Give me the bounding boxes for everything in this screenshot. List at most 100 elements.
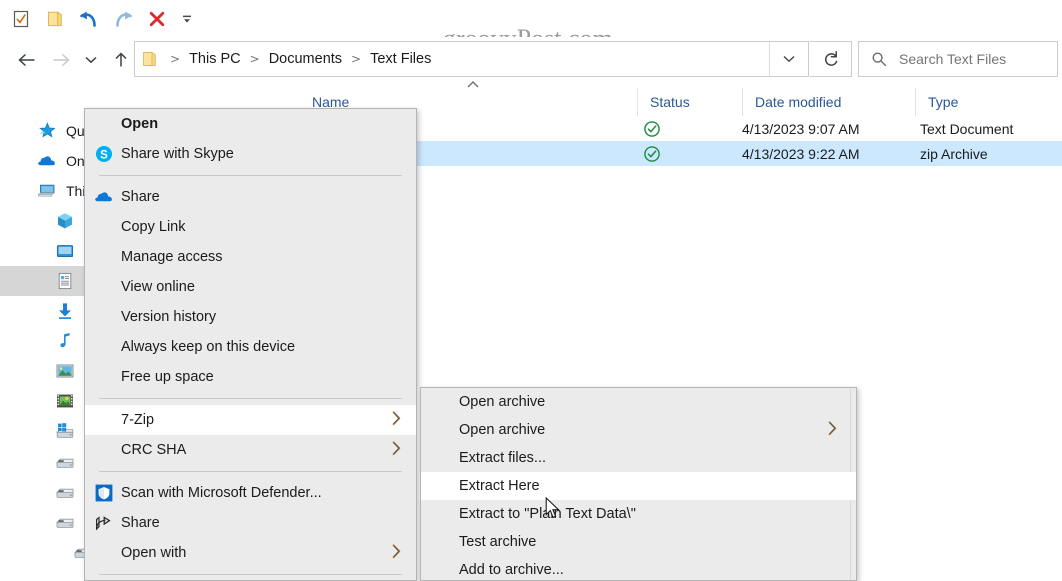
menu-item-label: Test archive [459,534,537,550]
back-button[interactable] [10,44,44,76]
menu-separator [99,471,402,472]
file-explorer-window: groovyPost.com [0,0,1062,581]
menu-item-open[interactable]: Open [85,109,416,139]
redo-icon[interactable] [108,4,138,34]
column-header-date-modified[interactable]: Date modified [742,88,915,116]
menu-item-view-online[interactable]: View online [85,272,416,302]
chevron-right-icon [827,420,838,441]
column-header-status[interactable]: Status [637,88,742,116]
menu-item-label: 7-Zip [121,412,155,428]
new-folder-icon[interactable] [40,4,70,34]
menu-item-label: Add to archive... [459,562,564,578]
menu-item-test-archive[interactable]: Test archive [421,528,856,556]
menu-item-label: Extract to "Plain Text Data\" [459,506,636,522]
file-type-cell: zip Archive [920,145,988,162]
menu-item-manage-access[interactable]: Manage access [85,242,416,272]
file-date-modified-cell: 4/13/2023 9:07 AM [742,120,860,137]
menu-item-label: Manage access [121,249,223,265]
menu-item-label: Free up space [121,369,214,385]
menu-item-label: Open with [121,545,187,561]
3d-objects-cube-icon [54,210,76,232]
menu-item-label: CRC SHA [121,442,187,458]
search-input[interactable] [897,50,1051,68]
refresh-button[interactable] [810,41,852,77]
column-header-type-label: Type [928,94,959,110]
menu-item-open-with[interactable]: Open with [85,538,416,568]
menu-item-free-up-space[interactable]: Free up space [85,362,416,392]
quick-access-star-icon [36,120,58,142]
music-note-icon [54,330,76,352]
breadcrumb-item-documents[interactable]: Documents [267,49,344,69]
menu-item-label: Extract files... [459,450,547,466]
menu-item-label: Extract Here [459,478,540,494]
menu-item-extract-here[interactable]: Extract Here [421,472,856,500]
this-pc-monitor-icon [36,180,58,202]
menu-separator [99,574,402,575]
menu-item-label: Copy Link [121,219,186,235]
menu-item-share[interactable]: Share [85,508,416,538]
breadcrumb: > This PC > Documents > Text Files [135,49,769,69]
breadcrumb-item-this-pc[interactable]: This PC [187,49,243,69]
menu-item-crc-sha[interactable]: CRC SHA [85,435,416,465]
menu-item-label: Share with Skype [121,146,234,162]
onedrive-cloud-icon [36,150,58,172]
desktop-icon [54,240,76,262]
column-header-type[interactable]: Type [915,88,1062,116]
breadcrumb-separator-1: > [249,52,260,66]
address-dropdown-button[interactable] [769,42,808,76]
file-date-modified-cell: 4/13/2023 9:22 AM [742,145,860,162]
file-type-cell: Text Document [920,120,1014,137]
forward-button[interactable] [44,44,78,76]
menu-item-add-to-archive[interactable]: Add to archive... [421,556,856,580]
menu-item-share-with-skype[interactable]: S Share with Skype [85,139,416,169]
menu-separator [99,398,402,399]
menu-item-label: Open archive [459,422,546,438]
menu-item-version-history[interactable]: Version history [85,302,416,332]
chevron-right-icon [391,440,402,461]
menu-item-extract-to-plain-text-data[interactable]: Extract to "Plain Text Data\" [421,500,856,528]
quick-access-toolbar [0,0,1062,38]
cloud-synced-check-icon [642,116,662,141]
search-icon [871,51,887,67]
drive-icon [54,480,76,502]
menu-item-open-archive[interactable]: Open archive [421,416,856,444]
up-button[interactable] [104,44,138,76]
undo-icon[interactable] [74,4,104,34]
address-bar[interactable]: > This PC > Documents > Text Files [134,41,809,77]
chevron-right-icon [391,543,402,564]
search-box[interactable] [858,41,1058,77]
context-menu: Open S Share with Skype Share Copy Link Manag… [84,108,417,581]
drive-icon [54,510,76,532]
properties-checkbox-icon[interactable] [6,4,36,34]
chevron-right-icon [391,410,402,431]
menu-item-scan-with-microsoft-defender[interactable]: Scan with Microsoft Defender... [85,478,416,508]
menu-item-label: Open archive [459,394,546,410]
menu-item-share[interactable]: Share [85,182,416,212]
menu-item-label: Open [121,116,159,132]
menu-item-always-keep-on-this-device[interactable]: Always keep on this device [85,332,416,362]
microsoft-defender-shield-icon [93,482,115,504]
menu-item-7-zip[interactable]: 7-Zip [85,405,416,435]
pictures-icon [54,360,76,382]
share-arrow-icon [93,512,115,534]
cloud-synced-check-icon [642,141,662,166]
customize-chevron-icon[interactable] [176,4,198,34]
sort-ascending-icon [466,80,480,91]
context-submenu-7zip: Open archive Open archive Extract files...… [420,387,857,581]
recent-locations-button[interactable] [78,44,104,76]
menu-item-label: Share [121,515,160,531]
onedrive-cloud-icon [93,186,115,208]
menu-item-label: View online [121,279,195,295]
folder-icon [141,51,159,67]
menu-item-copy-link[interactable]: Copy Link [85,212,416,242]
breadcrumb-separator-2: > [351,52,362,66]
breadcrumb-item-text-files[interactable]: Text Files [368,49,433,69]
menu-item-extract-files[interactable]: Extract files... [421,444,856,472]
menu-item-open-archive[interactable]: Open archive [421,388,856,416]
menu-item-label: Share [121,189,160,205]
menu-item-label: Always keep on this device [121,339,296,355]
delete-icon[interactable] [142,4,172,34]
documents-icon [54,270,76,292]
downloads-arrow-icon [54,300,76,322]
menu-item-label: Scan with Microsoft Defender... [121,485,322,501]
